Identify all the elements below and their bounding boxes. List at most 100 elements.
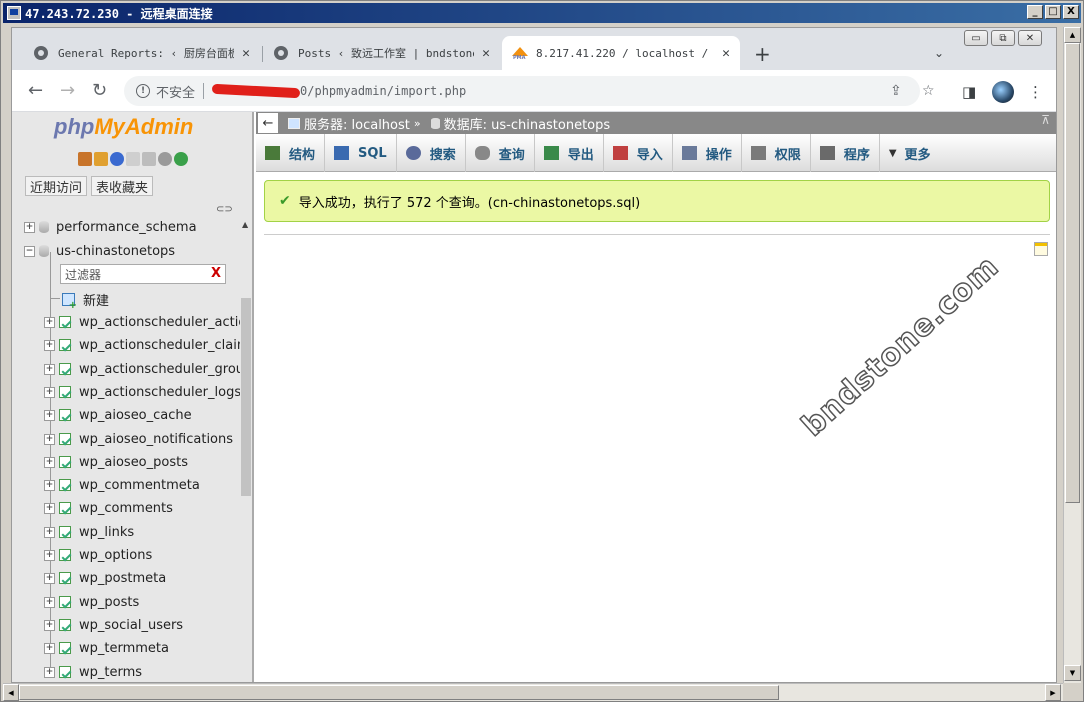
expand-icon[interactable]: + [44, 666, 55, 678]
expand-icon[interactable]: + [44, 339, 55, 351]
logout-icon[interactable] [94, 152, 108, 166]
expand-icon[interactable]: + [24, 221, 35, 233]
breadcrumb-server[interactable]: 服务器: localhost [304, 114, 410, 133]
scroll-left-arrow-icon[interactable]: ◀ [3, 684, 19, 701]
tree-table[interactable]: + wp_postmeta [44, 567, 166, 589]
table-name[interactable]: wp_termmeta [79, 641, 169, 656]
scrollbar-thumb[interactable] [1065, 43, 1080, 503]
table-name[interactable]: wp_social_users [79, 618, 183, 633]
browser-tab-phpmyadmin[interactable]: 8.217.41.220 / localhost / us ✕ [502, 36, 740, 70]
tab-structure[interactable]: 结构 [256, 134, 326, 172]
tree-new-table[interactable]: 新建 [62, 288, 109, 311]
tab-close-icon[interactable]: ✕ [242, 46, 250, 61]
rdp-horizontal-scrollbar[interactable]: ◀ ▶ [3, 683, 1063, 701]
scrollbar-thumb[interactable] [241, 298, 251, 496]
table-filter-input[interactable]: 过滤器 X [60, 264, 226, 284]
new-label[interactable]: 新建 [83, 290, 109, 309]
url-text[interactable]: 0/phpmyadmin/import.php [300, 84, 466, 98]
tab-operations[interactable]: 操作 [673, 134, 742, 172]
tab-routines[interactable]: 程序 [811, 134, 880, 172]
tree-table[interactable]: + wp_termmeta [44, 637, 169, 659]
expand-icon[interactable]: + [44, 386, 55, 398]
forward-button[interactable]: → [60, 82, 75, 100]
home-icon[interactable] [78, 152, 92, 166]
table-name[interactable]: wp_postmeta [79, 571, 166, 586]
table-name[interactable]: wp_posts [79, 595, 139, 610]
tab-more[interactable]: ▼ 更多 [880, 134, 940, 172]
tab-privileges[interactable]: 权限 [742, 134, 811, 172]
tab-close-icon[interactable]: ✕ [722, 46, 730, 61]
browser-menu-icon[interactable]: ⋮ [1028, 83, 1043, 101]
tree-table[interactable]: + wp_actionscheduler_actio [44, 311, 246, 333]
table-name[interactable]: wp_actionscheduler_actio [79, 315, 246, 330]
browser-tab-general-reports[interactable]: General Reports: ‹ 厨房台面板 ✕ [24, 36, 260, 70]
table-name[interactable]: wp_commentmeta [79, 478, 200, 493]
tab-export[interactable]: 导出 [535, 134, 604, 172]
tree-table[interactable]: + wp_actionscheduler_logs [44, 381, 241, 403]
rdp-minimize-button[interactable]: _ [1027, 5, 1043, 19]
tree-table[interactable]: + wp_actionscheduler_grou [44, 358, 244, 380]
rdp-vertical-scrollbar[interactable]: ▲ ▼ [1063, 27, 1081, 683]
navigation-scrollbar[interactable]: ▲ [240, 216, 252, 682]
docs-icon[interactable] [126, 152, 140, 166]
favorite-tables-button[interactable]: 表收藏夹 [91, 176, 154, 196]
profile-avatar[interactable] [992, 81, 1014, 103]
inner-close-button[interactable]: ✕ [1018, 30, 1042, 46]
tab-search[interactable]: 搜索 [397, 134, 466, 172]
tree-table[interactable]: + wp_links [44, 521, 134, 543]
rdp-close-button[interactable]: X [1063, 5, 1079, 19]
database-name[interactable]: us-chinastonetops [56, 244, 175, 259]
table-name[interactable]: wp_actionscheduler_logs [79, 385, 241, 400]
tree-table[interactable]: + wp_comments [44, 497, 173, 519]
tree-db-performance-schema[interactable]: + performance_schema [24, 216, 197, 238]
expand-icon[interactable]: + [44, 572, 55, 584]
console-toggle-icon[interactable] [1034, 242, 1048, 256]
table-name[interactable]: wp_aioseo_posts [79, 455, 188, 470]
table-name[interactable]: wp_links [79, 525, 134, 540]
tree-table[interactable]: + wp_actionscheduler_claim [44, 334, 250, 356]
tree-table[interactable]: + wp_social_users [44, 614, 183, 636]
table-name[interactable]: wp_actionscheduler_claim [79, 338, 250, 353]
address-bar[interactable]: ! 不安全 0/phpmyadmin/import.php [124, 76, 920, 106]
rdp-maximize-button[interactable]: □ [1045, 5, 1061, 19]
expand-icon[interactable]: + [44, 456, 55, 468]
table-name[interactable]: wp_aioseo_notifications [79, 432, 233, 447]
tree-table[interactable]: + wp_options [44, 544, 152, 566]
scroll-up-arrow-icon[interactable]: ▲ [242, 220, 248, 229]
tree-table[interactable]: + wp_terms [44, 661, 142, 682]
tab-search-button[interactable]: ⌄ [934, 46, 944, 60]
table-name[interactable]: wp_options [79, 548, 152, 563]
collapse-top-menu-icon[interactable]: ⊼ [1041, 113, 1050, 127]
table-name[interactable]: wp_actionscheduler_grou [79, 362, 244, 377]
reload-button[interactable]: ↻ [92, 82, 107, 100]
tree-table[interactable]: + wp_aioseo_posts [44, 451, 188, 473]
phpmyadmin-logo[interactable]: phpMyAdmin [54, 114, 193, 140]
recent-tables-button[interactable]: 近期访问 [25, 176, 88, 196]
table-name[interactable]: wp_terms [79, 665, 142, 680]
expand-icon[interactable]: + [44, 642, 55, 654]
tree-table[interactable]: + wp_posts [44, 591, 139, 613]
expand-icon[interactable]: + [44, 433, 55, 445]
expand-icon[interactable]: + [44, 596, 55, 608]
tab-close-icon[interactable]: ✕ [482, 46, 490, 61]
table-name[interactable]: wp_comments [79, 501, 173, 516]
expand-icon[interactable]: + [44, 502, 55, 514]
tab-sql[interactable]: SQL [325, 134, 397, 172]
share-icon[interactable]: ⇪ [890, 83, 902, 99]
browser-tab-posts[interactable]: Posts ‹ 致远工作室 | bndstone ✕ [264, 36, 500, 70]
expand-icon[interactable]: + [44, 363, 55, 375]
expand-icon[interactable]: + [44, 526, 55, 538]
back-button[interactable]: ← [28, 82, 43, 100]
database-name[interactable]: performance_schema [56, 220, 197, 235]
inner-minimize-button[interactable]: ▭ [964, 30, 988, 46]
reload-navigation-icon[interactable] [174, 152, 188, 166]
expand-icon[interactable]: + [44, 316, 55, 328]
settings-gear-icon[interactable] [158, 152, 172, 166]
new-tab-button[interactable]: + [754, 44, 771, 64]
scroll-down-arrow-icon[interactable]: ▼ [1064, 665, 1081, 681]
clear-filter-icon[interactable]: X [211, 266, 221, 281]
collapse-navigation-button[interactable]: ← [258, 113, 278, 133]
breadcrumb-database[interactable]: 数据库: us-chinastonetops [444, 114, 611, 133]
tab-import[interactable]: 导入 [604, 134, 673, 172]
tree-db-us-chinastonetops[interactable]: − us-chinastonetops [24, 240, 175, 262]
